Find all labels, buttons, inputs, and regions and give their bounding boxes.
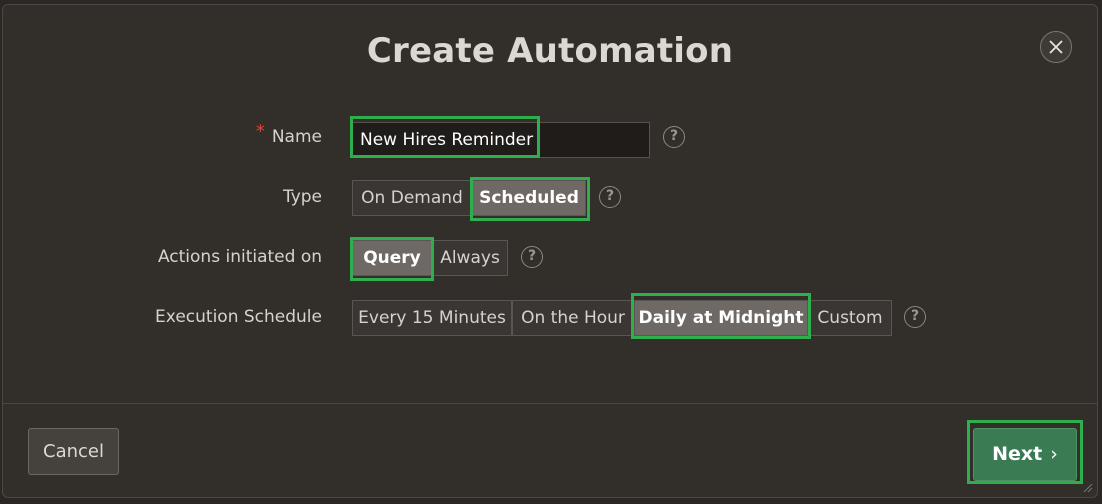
actions-option-always[interactable]: Always <box>432 240 508 276</box>
resize-grip-icon[interactable] <box>1083 483 1093 493</box>
next-button-label: Next <box>992 443 1043 465</box>
actions-help-icon[interactable]: ? <box>521 246 543 268</box>
footer-divider <box>3 403 1097 404</box>
name-label: * Name <box>256 121 322 147</box>
schedule-option-daily-at-midnight[interactable]: Daily at Midnight <box>634 300 808 336</box>
cancel-button[interactable]: Cancel <box>28 428 119 475</box>
name-input[interactable] <box>352 122 650 158</box>
close-button[interactable] <box>1040 31 1072 63</box>
schedule-help-icon[interactable]: ? <box>904 306 926 328</box>
type-option-on-demand[interactable]: On Demand <box>352 180 472 216</box>
chevron-right-icon: › <box>1050 443 1058 465</box>
type-label: Type <box>282 187 322 207</box>
type-help-icon[interactable]: ? <box>599 186 621 208</box>
next-button[interactable]: Next › <box>973 428 1077 481</box>
dialog-title: Create Automation <box>366 31 734 71</box>
create-automation-dialog: Create Automation * Name ? Type On Deman… <box>2 4 1098 498</box>
schedule-option-every-15-minutes[interactable]: Every 15 Minutes <box>352 300 512 336</box>
name-label-text: Name <box>271 127 322 147</box>
name-help-icon[interactable]: ? <box>663 126 685 148</box>
actions-initiated-label: Actions initiated on <box>157 247 322 267</box>
actions-option-query[interactable]: Query <box>352 240 432 276</box>
execution-schedule-label: Execution Schedule <box>155 307 322 327</box>
required-marker: * <box>255 121 265 142</box>
type-option-scheduled[interactable]: Scheduled <box>472 180 586 216</box>
schedule-option-custom[interactable]: Custom <box>808 300 892 336</box>
schedule-option-on-the-hour[interactable]: On the Hour <box>512 300 634 336</box>
close-icon <box>1049 40 1063 54</box>
